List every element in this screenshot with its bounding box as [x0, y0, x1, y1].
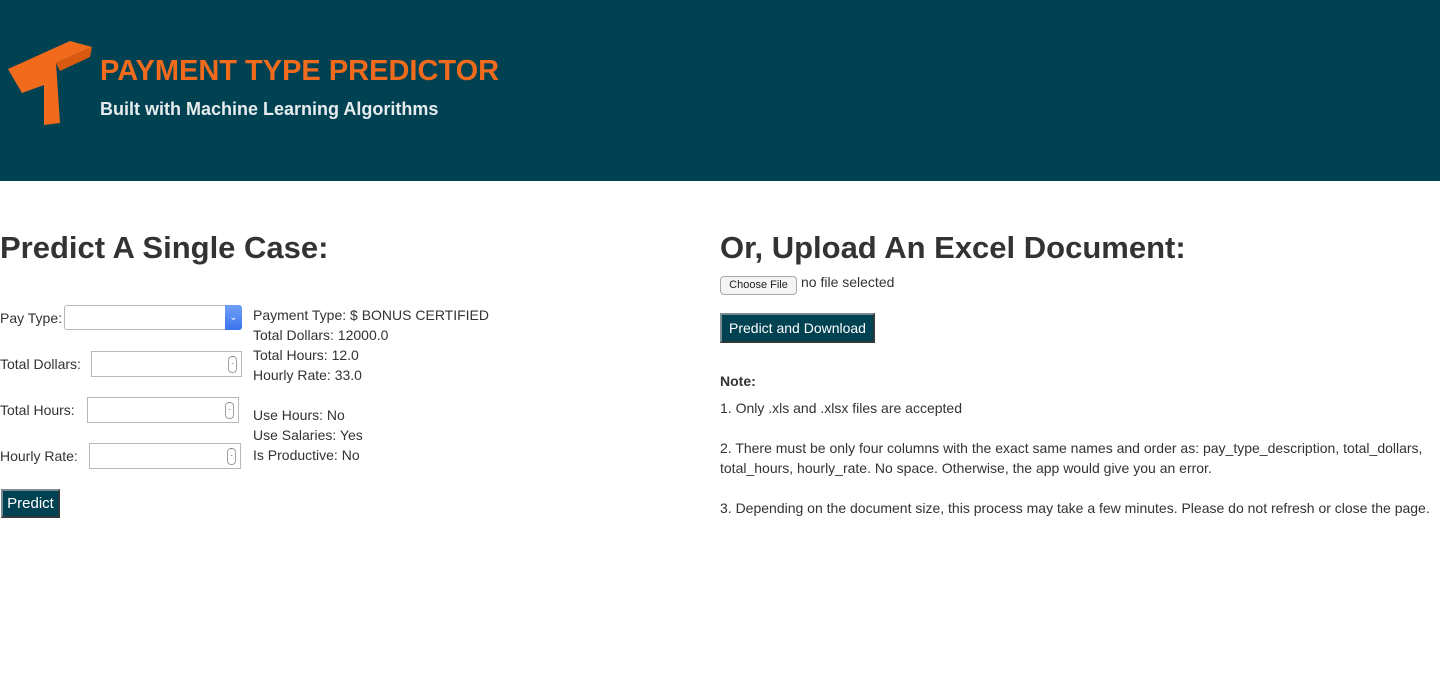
total-hours-label: Total Hours: — [0, 402, 75, 418]
app-title: PAYMENT TYPE PREDICTOR — [100, 55, 500, 87]
note-heading: Note: — [720, 373, 756, 389]
stepper-icon[interactable]: ˆˇ — [225, 402, 234, 419]
single-case-title: Predict A Single Case: — [0, 230, 329, 265]
pay-type-label: Pay Type: — [0, 310, 63, 326]
app-subtitle: Built with Machine Learning Algorithms — [100, 99, 439, 119]
hourly-rate-input[interactable]: ˆˇ — [89, 443, 241, 469]
chevron-down-icon[interactable]: ⌄ — [225, 305, 242, 330]
orange-t-logo-icon — [8, 41, 92, 125]
result-payment-type: Payment Type: $ BONUS CERTIFIED — [253, 307, 490, 323]
stepper-icon[interactable]: ˆˇ — [227, 448, 236, 465]
note-item-2: 2. There must be only four columns with … — [720, 440, 1423, 456]
total-hours-input[interactable]: ˆˇ — [87, 397, 239, 423]
file-status: no file selected — [801, 274, 895, 290]
predict-and-download-button[interactable]: Predict and Download — [720, 313, 875, 343]
result-total-hours: Total Hours: 12.0 — [253, 347, 359, 363]
upload-title: Or, Upload An Excel Document: — [720, 230, 1186, 265]
app-header: PAYMENT TYPE PREDICTOR Built with Machin… — [0, 0, 1440, 181]
note-item-3: 3. Depending on the document size, this … — [720, 500, 1430, 516]
note-item-2-continued: total_hours, hourly_rate. No space. Othe… — [720, 460, 1212, 476]
result-total-dollars: Total Dollars: 12000.0 — [253, 327, 389, 343]
result-is-productive: Is Productive: No — [253, 447, 360, 463]
pay-type-select[interactable]: ⌄ — [64, 305, 242, 330]
stepper-icon[interactable]: ˆˇ — [228, 356, 237, 373]
result-use-hours: Use Hours: No — [253, 407, 345, 423]
choose-file-button[interactable]: Choose File — [720, 276, 797, 295]
predict-button[interactable]: Predict — [1, 489, 60, 518]
total-dollars-input[interactable]: ˆˇ — [91, 351, 242, 377]
hourly-rate-label: Hourly Rate: — [0, 448, 78, 464]
result-hourly-rate: Hourly Rate: 33.0 — [253, 367, 362, 383]
total-dollars-label: Total Dollars: — [0, 356, 81, 372]
result-use-salaries: Use Salaries: Yes — [253, 427, 363, 443]
note-item-1: 1. Only .xls and .xlsx files are accepte… — [720, 400, 962, 416]
